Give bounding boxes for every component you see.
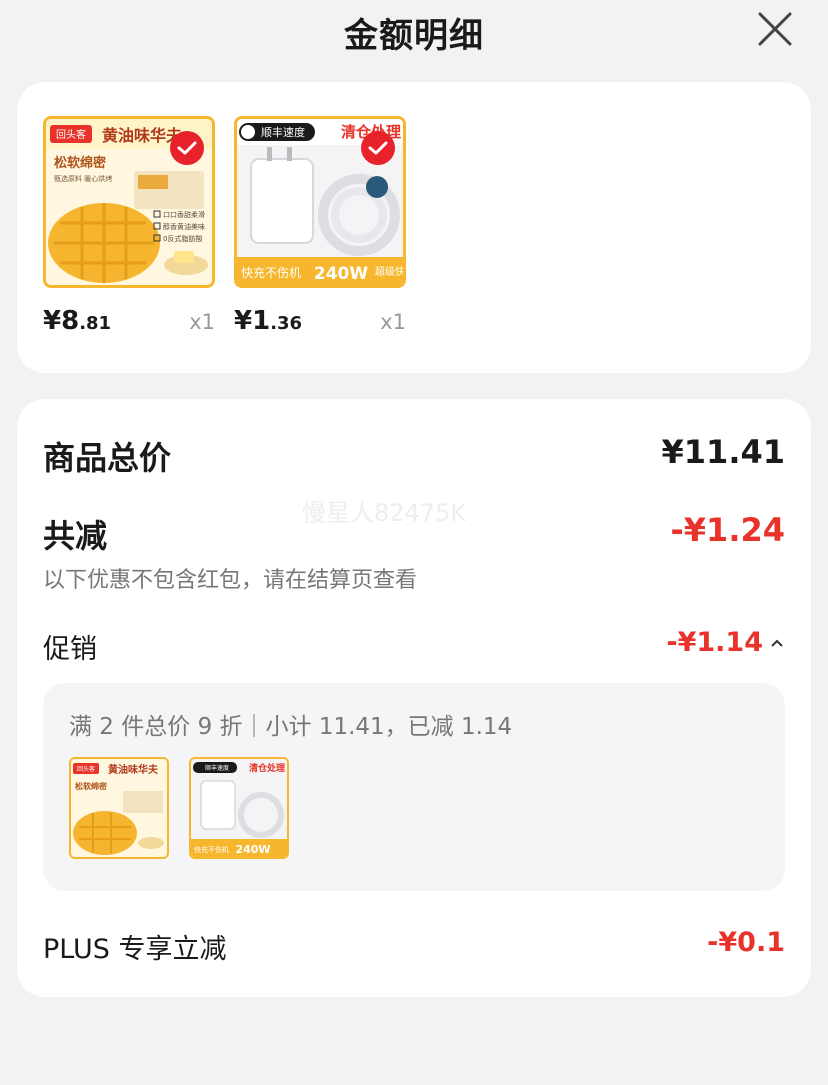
svg-text:口口香甜柔滑: 口口香甜柔滑 bbox=[163, 210, 205, 219]
product-item[interactable]: 回头客 黄油味华夫 松软绵密 甄选原料 暖心烘烤 口口香甜柔滑 醇香黄油美味 0… bbox=[43, 116, 215, 336]
close-icon[interactable] bbox=[756, 10, 794, 48]
header: 金额明细 bbox=[0, 0, 828, 62]
svg-text:清仓处理: 清仓处理 bbox=[249, 762, 285, 774]
plus-discount-value: -¥0.1 bbox=[707, 927, 785, 958]
svg-text:回头客: 回头客 bbox=[77, 765, 95, 773]
page-title: 金额明细 bbox=[344, 16, 484, 56]
promo-product-thumbnail: 回头客 黄油味华夫 松软绵密 bbox=[69, 757, 169, 859]
svg-text:0反式脂肪酸: 0反式脂肪酸 bbox=[163, 234, 202, 243]
promo-product-thumbnail: 顺丰速度 清仓处理 快充不伤机 240W bbox=[189, 757, 289, 859]
watermark: 慢星人82475K bbox=[302, 499, 467, 527]
svg-text:回头客: 回头客 bbox=[56, 128, 86, 141]
svg-text:顺丰速度: 顺丰速度 bbox=[261, 125, 305, 139]
discount-label: 共减 bbox=[43, 517, 108, 555]
svg-text:超级快充: 超级快充 bbox=[375, 265, 403, 278]
product-price: ¥8.81 bbox=[43, 306, 112, 336]
svg-text:黄油味华夫: 黄油味华夫 bbox=[108, 763, 159, 776]
chevron-up-icon bbox=[771, 639, 783, 647]
product-thumbnail: 顺丰速度 清仓处理 快充不伤机 240W 超级快充 bbox=[234, 116, 406, 288]
promo-value: -¥1.14 bbox=[666, 627, 763, 658]
svg-text:松软绵密: 松软绵密 bbox=[75, 781, 107, 791]
promo-toggle[interactable]: -¥1.14 bbox=[666, 627, 785, 658]
total-label: 商品总价 bbox=[43, 439, 172, 477]
svg-text:240W: 240W bbox=[235, 843, 270, 856]
product-list-card: 回头客 黄油味华夫 松软绵密 甄选原料 暖心烘烤 口口香甜柔滑 醇香黄油美味 0… bbox=[17, 82, 811, 373]
svg-text:快充不伤机: 快充不伤机 bbox=[241, 265, 301, 280]
svg-text:快充不伤机: 快充不伤机 bbox=[194, 845, 229, 854]
discount-value: -¥1.24 bbox=[670, 511, 786, 549]
promo-detail-box: 满 2 件总价 9 折｜小计 11.41，已减 1.14 回头客 黄油味华夫 松… bbox=[43, 683, 785, 891]
product-thumbnail: 回头客 黄油味华夫 松软绵密 甄选原料 暖心烘烤 口口香甜柔滑 醇香黄油美味 0… bbox=[43, 116, 215, 288]
product-price: ¥1.36 bbox=[234, 306, 303, 336]
total-value: ¥11.41 bbox=[661, 433, 785, 471]
promo-detail-text: 满 2 件总价 9 折｜小计 11.41，已减 1.14 bbox=[69, 714, 513, 740]
product-item[interactable]: 顺丰速度 清仓处理 快充不伤机 240W 超级快充 ¥1.36 x1 bbox=[234, 116, 406, 336]
amount-summary-card: 商品总价 ¥11.41 慢星人82475K 共减 -¥1.24 以下优惠不包含红… bbox=[17, 399, 811, 997]
product-quantity: x1 bbox=[189, 310, 215, 334]
svg-text:甄选原料 暖心烘烤: 甄选原料 暖心烘烤 bbox=[54, 174, 112, 183]
svg-text:顺丰速度: 顺丰速度 bbox=[205, 764, 229, 772]
selected-check-icon bbox=[170, 131, 204, 165]
svg-text:240W: 240W bbox=[314, 264, 368, 284]
svg-text:松软绵密: 松软绵密 bbox=[54, 155, 106, 171]
promo-label: 促销 bbox=[43, 634, 97, 665]
discount-note: 以下优惠不包含红包，请在结算页查看 bbox=[43, 568, 418, 593]
selected-check-icon bbox=[361, 131, 395, 165]
svg-text:醇香黄油美味: 醇香黄油美味 bbox=[163, 222, 205, 231]
product-quantity: x1 bbox=[380, 310, 406, 334]
plus-discount-label: PLUS 专享立减 bbox=[43, 934, 227, 965]
